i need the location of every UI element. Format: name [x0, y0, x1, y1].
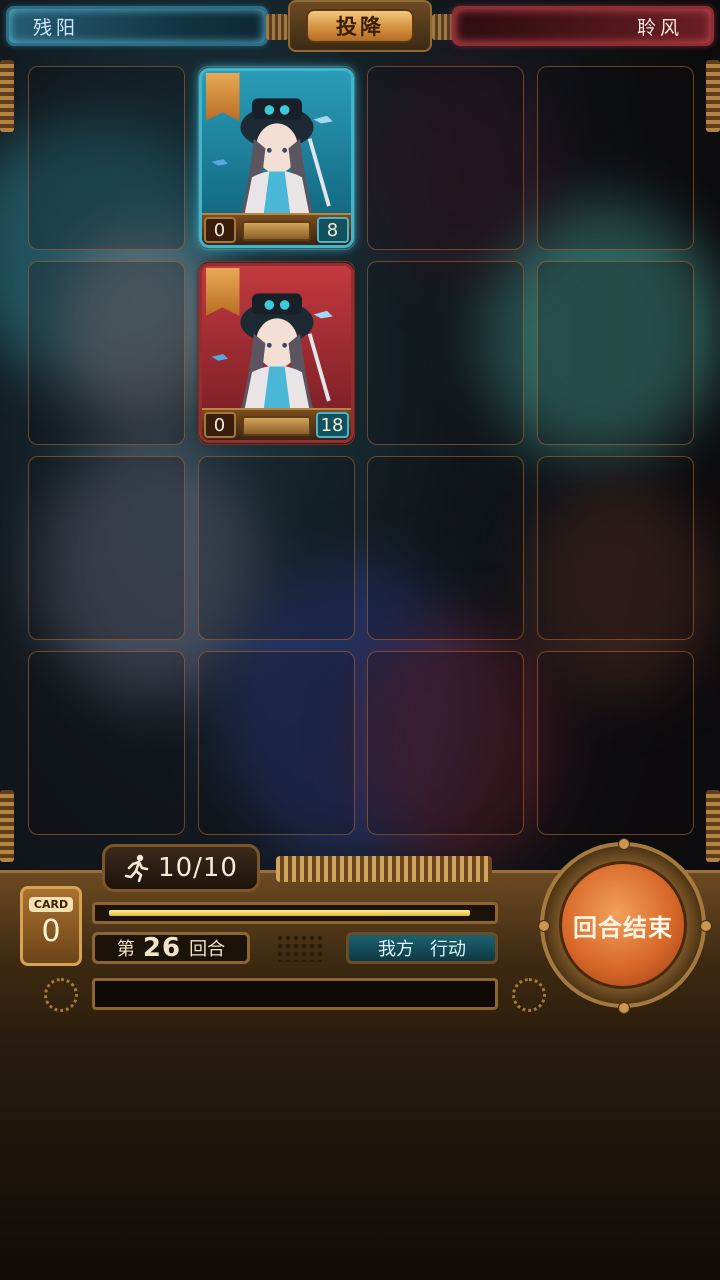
attack-value: 0 [203, 217, 236, 243]
moves-counter: 10/10 [102, 844, 260, 892]
turn-progress-bar [92, 902, 498, 924]
gear-icon [44, 978, 78, 1012]
board-slot[interactable] [536, 261, 694, 445]
battle-board: 0 8 0 18 [28, 66, 696, 836]
running-man-icon [124, 854, 149, 882]
board-slot[interactable] [536, 456, 694, 640]
opponent-name: 聆风 [636, 16, 683, 39]
board-slot[interactable] [367, 261, 524, 445]
spring-decoration [276, 856, 492, 882]
phase-action: 行动 [430, 939, 466, 960]
bolt [538, 920, 550, 932]
turn-suffix: 回合 [189, 939, 226, 960]
card-plate [241, 416, 311, 436]
frame-bracket [0, 790, 14, 862]
surrender-frame: 投降 [288, 0, 432, 52]
pipe-connector [432, 14, 454, 40]
card-count-badge: CARD 0 [20, 886, 82, 966]
phase-side: 我方 [378, 939, 414, 960]
board-slot[interactable] [536, 66, 694, 250]
pipe-connector [266, 14, 288, 40]
end-turn-frame: 回合结束 [540, 842, 706, 1008]
player-name-plate: 残阳 [6, 6, 268, 46]
frame-bracket [706, 60, 720, 132]
player-unit-card[interactable]: 08 [198, 68, 354, 248]
surrender-button[interactable]: 投降 [306, 9, 414, 43]
board-slot[interactable] [28, 66, 185, 250]
enemy-unit-card[interactable]: 0 18 [198, 263, 354, 443]
turn-progress-fill [109, 910, 470, 916]
bolt [618, 838, 630, 850]
board-slot[interactable] [367, 66, 524, 250]
turn-prefix: 第 [116, 939, 135, 960]
opponent-name-plate: 聆风 [452, 6, 714, 46]
moves-text: 10/10 [158, 853, 238, 883]
board-slot[interactable] [28, 651, 185, 835]
speaker-grille [276, 934, 326, 962]
gear-icon [512, 978, 546, 1012]
board-slot[interactable] [197, 651, 355, 835]
turn-number: 26 [142, 933, 182, 963]
battle-log [92, 978, 498, 1010]
hand-area [0, 1030, 720, 1280]
end-turn-button[interactable]: 回合结束 [559, 861, 687, 989]
attack-value: 0 [203, 412, 236, 438]
frame-bracket [706, 790, 720, 862]
card-plate [241, 221, 311, 241]
frame-bracket [0, 60, 14, 132]
board-slot[interactable] [197, 456, 355, 640]
bolt [700, 920, 712, 932]
health-value: 8 [316, 217, 349, 243]
health-value: 18 [315, 412, 349, 438]
board-slot[interactable] [28, 456, 185, 640]
turn-counter: 第 26 回合 [92, 932, 250, 964]
player-name: 残阳 [33, 16, 80, 39]
bolt [618, 1002, 630, 1014]
card-count-value: 0 [41, 914, 61, 949]
board-slot[interactable] [28, 261, 185, 445]
board-slot[interactable] [367, 456, 524, 640]
card-count-label: CARD [28, 897, 74, 912]
board-slot[interactable] [536, 651, 694, 835]
phase-indicator: 我方 行动 [346, 932, 498, 964]
board-slot[interactable] [367, 651, 524, 835]
